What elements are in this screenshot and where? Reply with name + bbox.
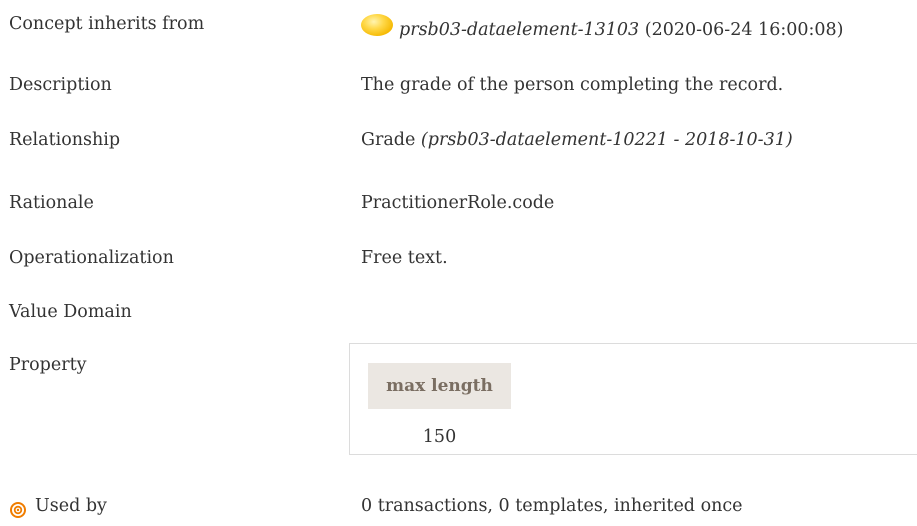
relationship-name: Grade <box>361 130 416 150</box>
description-value: The grade of the person completing the r… <box>361 75 784 95</box>
row-value-domain: Value Domain <box>0 302 917 332</box>
concept-inherits-value: prsb03-dataelement-13103 (2020-06-24 16:… <box>361 14 843 40</box>
property-value-max-length: 150 <box>422 427 457 447</box>
inherits-link[interactable]: prsb03-dataelement-13103 <box>399 20 639 40</box>
row-relationship: Relationship Grade (prsb03-dataelement-1… <box>0 130 917 160</box>
rationale-value: PractitionerRole.code <box>361 193 555 213</box>
property-table: max length 150 <box>349 343 917 455</box>
value-domain-label: Value Domain <box>9 302 132 322</box>
relationship-label: Relationship <box>9 130 121 150</box>
row-used-by: Used by 0 transactions, 0 templates, inh… <box>0 496 917 526</box>
relationship-ref-link[interactable]: (prsb03-dataelement-10221 - 2018-10-31) <box>421 130 793 150</box>
row-rationale: Rationale PractitionerRole.code <box>0 193 917 223</box>
rationale-label: Rationale <box>9 193 94 213</box>
operationalization-label: Operationalization <box>9 248 174 268</box>
yellow-orb-icon <box>361 14 393 36</box>
property-header-max-length: max length <box>368 363 511 409</box>
description-label: Description <box>9 75 112 95</box>
property-label: Property <box>9 355 87 375</box>
row-description: Description The grade of the person comp… <box>0 75 917 105</box>
used-by-label: Used by <box>35 496 107 516</box>
concept-inherits-label: Concept inherits from <box>9 14 205 34</box>
operationalization-value: Free text. <box>361 248 448 268</box>
used-by-value: 0 transactions, 0 templates, inherited o… <box>361 496 743 516</box>
row-concept-inherits: Concept inherits from prsb03-dataelement… <box>0 14 917 44</box>
target-icon <box>10 502 26 518</box>
relationship-value: Grade (prsb03-dataelement-10221 - 2018-1… <box>361 130 793 150</box>
inherits-timestamp: (2020-06-24 16:00:08) <box>644 20 844 40</box>
row-operationalization: Operationalization Free text. <box>0 248 917 278</box>
